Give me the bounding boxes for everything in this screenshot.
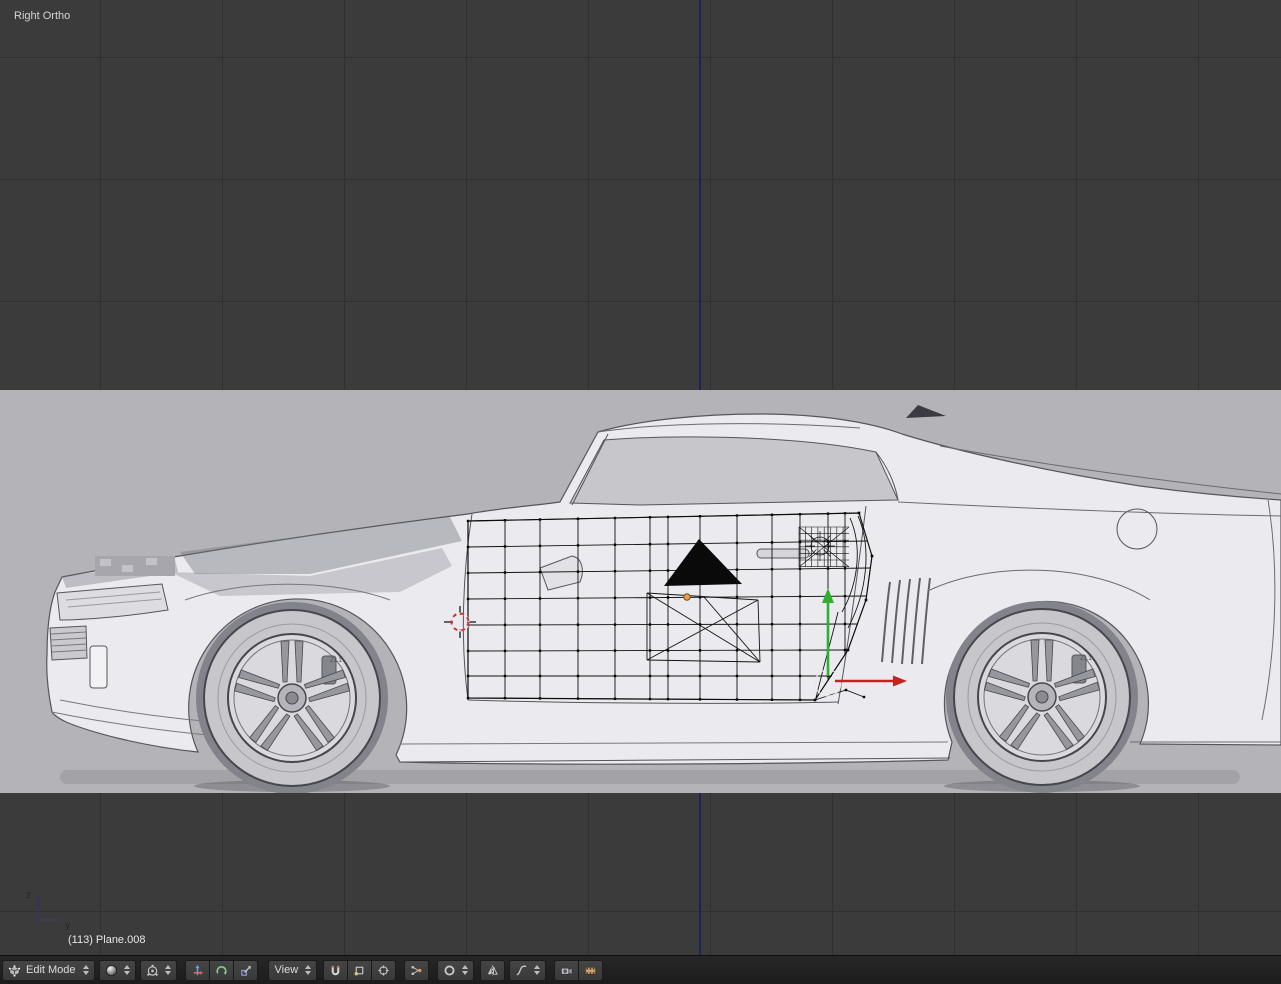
film-icon: [585, 966, 597, 975]
automerge-button[interactable]: [404, 959, 430, 981]
snap-target-icon: [378, 964, 389, 976]
active-object-info: (113) Plane.008: [68, 934, 146, 946]
proportional-editing-icon: [444, 964, 455, 976]
viewport-shading-dropdown[interactable]: [98, 959, 136, 981]
reference-car-image: ZL1 ZL1: [46, 405, 1281, 793]
magnet-icon: [331, 965, 340, 975]
dropdown-arrows-icon: [123, 965, 130, 975]
pivot-point-icon: [146, 964, 158, 976]
viewport-canvas[interactable]: ZL1 ZL1: [0, 390, 1281, 793]
mode-dropdown[interactable]: Edit Mode: [2, 959, 95, 981]
falloff-dropdown[interactable]: [509, 959, 547, 981]
transform-orientation-dropdown[interactable]: View: [267, 959, 318, 981]
camera-icon: [561, 966, 573, 975]
blender-3d-viewport[interactable]: ZL1 ZL1 Right Ortho z y (113) Plane.008 …: [0, 0, 1281, 984]
mode-dropdown-label: Edit Mode: [26, 964, 76, 976]
mini-axis-y-label: y: [65, 920, 70, 931]
dropdown-arrows-icon: [82, 965, 89, 975]
snap-target-button[interactable]: [372, 959, 397, 981]
mirror-icon: [488, 964, 499, 976]
scale-manipulator-button[interactable]: [233, 959, 258, 981]
mirror-toggle-button[interactable]: [480, 959, 506, 981]
viewport-shading-icon: [105, 964, 117, 976]
pivot-point-dropdown[interactable]: [139, 959, 177, 981]
car-grille: [49, 625, 88, 661]
mini-axis-gizmo: z y: [26, 890, 70, 931]
rotate-manipulator-icon: [216, 965, 227, 975]
viewport-header: Edit Mode View: [0, 955, 1281, 984]
automerge-icon: [411, 965, 422, 975]
dropdown-arrows-icon: [164, 965, 171, 975]
edit-mode-icon: [8, 964, 21, 977]
rear-wheel: [945, 600, 1139, 793]
rear-wheel-badge: ZL1: [1080, 655, 1092, 662]
scale-manipulator-icon: [240, 965, 251, 976]
proportional-editing-dropdown[interactable]: [437, 959, 475, 981]
front-wheel: [195, 601, 389, 793]
snap-controls-group: [323, 959, 397, 981]
opengl-render-animation-button[interactable]: [579, 959, 604, 981]
opengl-render-button[interactable]: [554, 959, 580, 981]
dropdown-arrows-icon: [462, 965, 469, 975]
translate-manipulator-icon: [193, 964, 203, 975]
transform-orientation-label: View: [274, 964, 299, 976]
reference-image-band: ZL1 ZL1: [0, 390, 1281, 793]
vertex-snap-icon: [354, 966, 364, 975]
car-side-glass: [569, 436, 899, 506]
mini-axis-z-label: z: [26, 890, 31, 901]
view-name-label: Right Ortho: [14, 10, 71, 22]
dropdown-arrows-icon: [534, 965, 541, 975]
render-buttons-group: [554, 959, 604, 981]
snap-magnet-button[interactable]: [323, 959, 349, 981]
translate-manipulator-button[interactable]: [184, 959, 210, 981]
front-wheel-badge: ZL1: [330, 657, 342, 664]
manipulator-toggle-group: [184, 959, 258, 981]
snap-element-button[interactable]: [348, 959, 373, 981]
falloff-curve-icon: [516, 965, 527, 975]
rotate-manipulator-button[interactable]: [209, 959, 234, 981]
car-antenna: [906, 405, 946, 418]
dropdown-arrows-icon: [305, 965, 312, 975]
median-point: [683, 593, 691, 601]
